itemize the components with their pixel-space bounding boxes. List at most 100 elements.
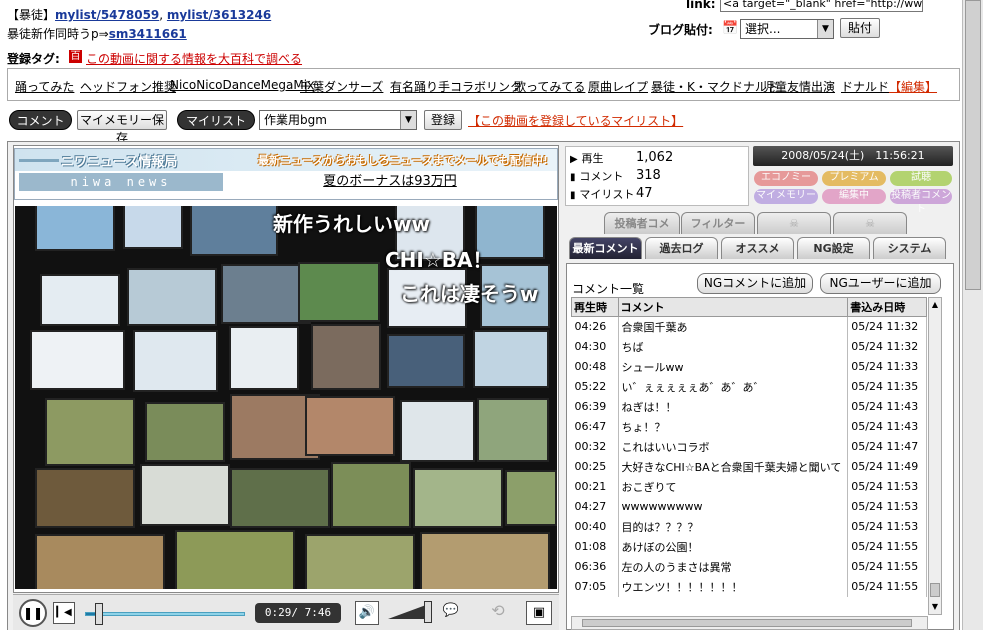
tag-item[interactable]: 千葉ダンサーズ <box>300 78 383 95</box>
chevron-down-icon: ▼ <box>400 111 416 129</box>
seek-handle[interactable] <box>94 603 103 625</box>
mylist-select[interactable]: 作業用bgm ▼ <box>259 110 417 130</box>
mylists-containing-link[interactable]: 【この動画を登録しているマイリスト】 <box>468 112 683 129</box>
repeat-icon[interactable]: ⟲ <box>485 601 511 625</box>
comment-row[interactable]: 00:21 おこぎりて 05/24 11:53 <box>571 476 927 497</box>
page-scrollbar[interactable] <box>962 0 983 630</box>
tag-item[interactable]: ヘッドフォン推奨 <box>80 78 176 95</box>
scroll-up-icon[interactable]: ▲ <box>929 298 941 312</box>
comment-row[interactable]: 04:30 ちば 05/24 11:32 <box>571 336 927 357</box>
chip-economy: エコノミー <box>754 171 818 186</box>
volume-icon[interactable]: 🔊 <box>355 601 379 625</box>
video-stats: ▶ 再生 1,062 ▮ コメント 318 ▮ マイリスト 47 <box>565 146 749 206</box>
col-comment[interactable]: コメント <box>617 297 849 317</box>
latest-video-link[interactable]: sm3411661 <box>109 27 187 41</box>
comment-row[interactable]: 04:27 wwwwwwwww 05/24 11:53 <box>571 496 927 517</box>
comment-row[interactable]: 06:36 左の人のうまさは異常 05/24 11:55 <box>571 556 927 577</box>
comment-posted-at: 05/24 11:53 <box>847 476 927 497</box>
tab-placeholder-skull-icon[interactable]: ☠ <box>833 212 907 234</box>
embed-link-input[interactable]: <a target="_blank" href="http://www.ni <box>720 0 923 12</box>
tag-item[interactable]: 暴徒・K・マクドナルド <box>651 78 779 95</box>
rewind-icon[interactable]: ▎◀ <box>53 602 75 624</box>
blog-select[interactable]: 選択... ▼ <box>740 19 834 39</box>
mylist-button[interactable]: マイリスト <box>177 110 255 130</box>
comment-play-time: 00:40 <box>571 516 619 537</box>
comment-toggle-icon[interactable]: 💬 <box>439 603 463 623</box>
mylist-link-1[interactable]: mylist/5478059 <box>55 8 159 22</box>
tab-latest-comments[interactable]: 最新コメント <box>569 237 642 259</box>
comment-hscroll-thumb[interactable] <box>582 619 912 627</box>
volume-handle[interactable] <box>424 601 432 623</box>
comment-row[interactable]: 06:39 ねぎは！！ 05/24 11:43 <box>571 396 927 417</box>
col-play-time[interactable]: 再生時 <box>571 297 619 317</box>
chip-uploader-comment: 投稿者コメント <box>890 189 952 215</box>
fullscreen-icon[interactable]: ▣ <box>526 601 552 625</box>
add-ng-comment-button[interactable]: NGコメントに追加 <box>697 273 813 294</box>
comment-row[interactable]: 00:25 大好きなCHI☆BAと合衆国千葉夫婦と聞いて 05/24 11:49 <box>571 456 927 477</box>
tab-system[interactable]: システム <box>873 237 946 259</box>
volume-slider[interactable] <box>388 605 426 619</box>
tag-item[interactable]: ドナルド <box>841 78 889 95</box>
tab-ng-settings[interactable]: NG設定 <box>797 237 870 259</box>
comment-play-time: 04:30 <box>571 336 619 357</box>
comment-row[interactable]: 00:48 シュールww 05/24 11:33 <box>571 356 927 377</box>
tag-edit-link[interactable]: 【編集】 <box>889 78 937 95</box>
danmaku-comment: これは凄そうw <box>400 282 539 306</box>
chip-mymemory: マイメモリー <box>754 189 818 204</box>
mylist-icon: ▮ <box>570 190 576 201</box>
comment-hscrollbar[interactable] <box>571 616 928 630</box>
blog-paste-label: ブログ貼付: <box>648 23 713 37</box>
comment-posted-at: 05/24 11:33 <box>847 356 927 377</box>
blog-paste-button[interactable]: 貼付 <box>840 18 880 38</box>
mylist-row: ▮ マイリスト 47 <box>570 186 653 204</box>
comment-row[interactable]: 01:08 あけぼの公園！ 05/24 11:55 <box>571 536 927 557</box>
comment-row[interactable]: 05:22 い゛ぇぇぇぇぇあ゛あ゛あ゛ 05/24 11:35 <box>571 376 927 397</box>
comment-play-time: 07:05 <box>571 576 619 597</box>
tab-past-log[interactable]: 過去ログ <box>645 237 718 259</box>
tag-item[interactable]: 原曲レイプ <box>588 78 648 95</box>
comment-text: ちょ！？ <box>618 416 849 437</box>
comment-text: 大好きなCHI☆BAと合衆国千葉夫婦と聞いて <box>618 456 849 477</box>
comment-row[interactable]: 00:40 目的は？？？？ 05/24 11:53 <box>571 516 927 537</box>
comment-row[interactable]: 04:26 合衆国千葉あ 05/24 11:32 <box>571 316 927 337</box>
tab-placeholder-skull-icon[interactable]: ☠ <box>757 212 831 234</box>
news-headline[interactable]: 夏のボーナスは93万円 <box>225 173 555 191</box>
tags-label: 登録タグ: <box>7 52 60 66</box>
tab-recommended[interactable]: オススメ <box>721 237 794 259</box>
mylist-count: 47 <box>636 186 653 201</box>
mylist-register-button[interactable]: 登録 <box>424 110 462 130</box>
post-datetime: 2008/05/24(土) 11:56:21 <box>753 146 953 166</box>
video-screen[interactable]: 新作うれしいww CHI☆BA！ これは凄そうw <box>15 206 557 589</box>
comment-row[interactable]: 07:05 ウエンツ！！！！！！！ 05/24 11:55 <box>571 576 927 597</box>
seek-bar[interactable] <box>85 612 245 616</box>
tag-item[interactable]: 歌ってみてる <box>514 78 585 95</box>
news-title: ニワニュース情報局 <box>61 155 178 170</box>
comment-scroll-thumb[interactable] <box>930 583 940 597</box>
mymemory-save-button[interactable]: マイメモリー保存 <box>77 110 167 145</box>
news-banner[interactable]: ニワニュース情報局 最新ニュースからおもしろニュースまでメールでも配信中! ni… <box>14 148 558 200</box>
danmaku-comment: 新作うれしいww <box>273 212 430 236</box>
comment-row[interactable]: 00:32 これはいいコラボ 05/24 11:47 <box>571 436 927 457</box>
tag-item[interactable]: 有名踊り手コラボリンク <box>390 78 522 95</box>
tab-filter[interactable]: フィルター <box>681 212 755 234</box>
fav-prefix: 【暴徒】 <box>7 8 56 22</box>
scroll-down-icon[interactable]: ▼ <box>929 600 941 614</box>
tag-item[interactable]: NicoNicoDanceMegaMix <box>170 78 314 92</box>
page-scrollbar-thumb[interactable] <box>965 0 981 290</box>
add-ng-user-button[interactable]: NGユーザーに追加 <box>820 273 941 294</box>
dictionary-link[interactable]: この動画に関する情報を大百科で調べる <box>86 50 302 67</box>
comment-button[interactable]: コメント <box>9 110 72 130</box>
comment-icon: ▮ <box>570 172 576 183</box>
comment-row[interactable]: 06:47 ちょ！？ 05/24 11:43 <box>571 416 927 437</box>
news-logo: niwa news <box>19 173 223 191</box>
mylist-link-2[interactable]: mylist/3613246 <box>167 8 271 22</box>
tag-item[interactable]: 児童友情出演 <box>763 78 835 95</box>
comment-posted-at: 05/24 11:47 <box>847 436 927 457</box>
col-posted-at[interactable]: 書込み日時 <box>847 297 927 317</box>
tab-uploader-comment[interactable]: 投稿者コメ <box>604 212 680 234</box>
comment-table: 再生時 コメント 書込み日時 04:26 合衆国千葉あ 05/24 11:32 04:… <box>571 297 927 597</box>
comment-scrollbar[interactable]: ▲ ▼ <box>928 297 942 615</box>
comment-text: おこぎりて <box>618 476 849 497</box>
tag-item[interactable]: 踊ってみた <box>15 78 74 95</box>
pause-icon[interactable]: ❚❚ <box>19 599 47 627</box>
